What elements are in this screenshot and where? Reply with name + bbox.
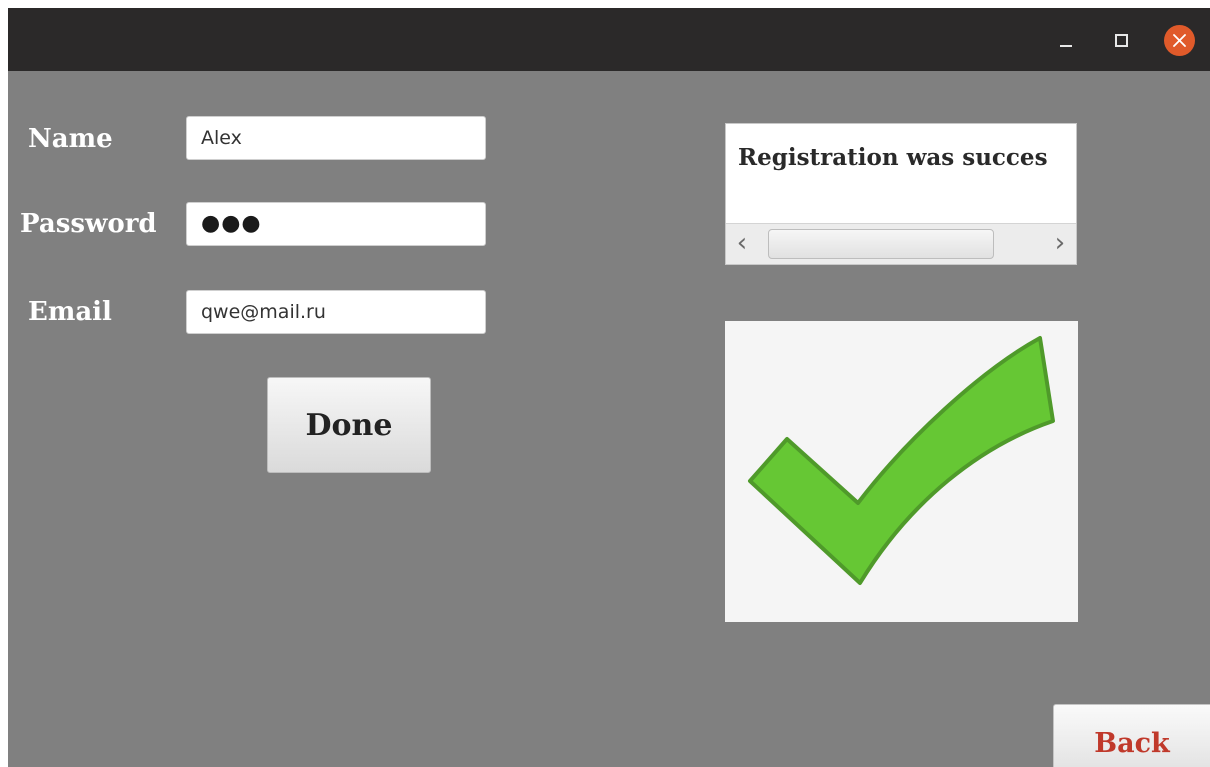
maximize-icon[interactable] [1105,24,1137,56]
minimize-icon[interactable] [1050,24,1082,56]
title-bar [8,8,1210,71]
email-field[interactable] [186,290,486,334]
chevron-left-icon[interactable]: ‹ [732,230,752,258]
email-label: Email [28,297,112,327]
result-message-box: Registration was succes ‹ › [725,123,1077,265]
name-label: Name [28,124,113,154]
password-field[interactable]: ●●● [186,202,486,246]
app-window: Name Password ●●● Email Done Registratio… [8,8,1210,767]
name-field[interactable] [186,116,486,160]
password-label: Password [20,209,157,239]
scrollbar-thumb[interactable] [768,229,994,259]
chevron-right-icon[interactable]: › [1050,230,1070,258]
success-image [725,321,1078,622]
done-button[interactable]: Done [267,377,431,473]
close-icon[interactable] [1164,25,1195,56]
back-button[interactable]: Back [1053,704,1210,767]
checkmark-icon [748,336,1055,585]
result-message: Registration was succes [738,144,1048,171]
horizontal-scrollbar[interactable]: ‹ › [726,223,1076,264]
